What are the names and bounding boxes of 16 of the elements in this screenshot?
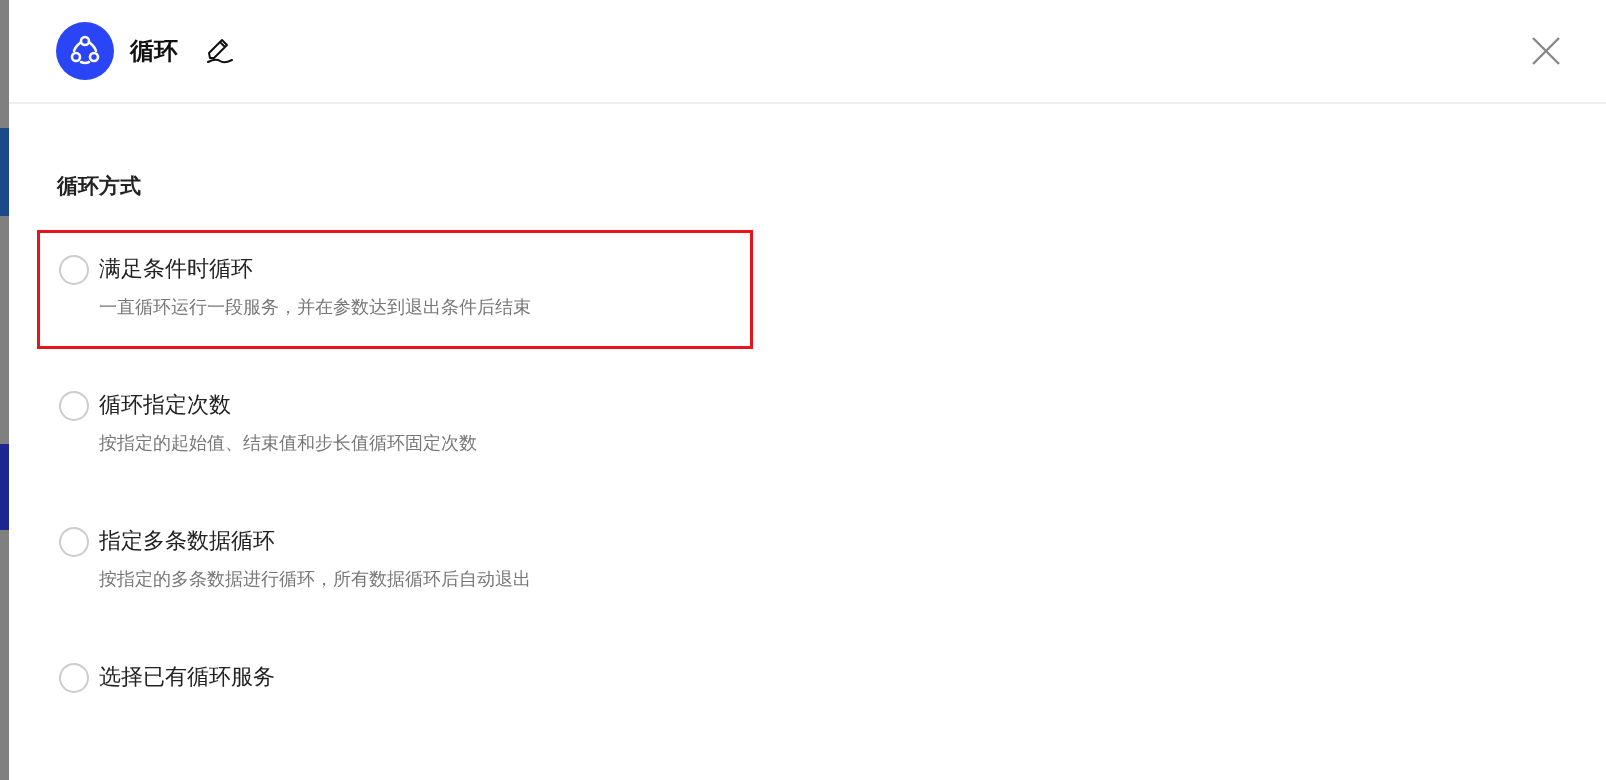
- section-title: 循环方式: [57, 173, 142, 200]
- option-label[interactable]: 选择已有循环服务: [99, 662, 275, 692]
- option-description: 按指定的起始值、结束值和步长值循环固定次数: [99, 431, 477, 455]
- option-label[interactable]: 指定多条数据循环: [99, 526, 531, 556]
- drawer-title: 循环: [130, 36, 178, 67]
- radio-button[interactable]: [59, 255, 89, 285]
- option-label[interactable]: 循环指定次数: [99, 390, 477, 420]
- option-description: 一直循环运行一段服务，并在参数达到退出条件后结束: [99, 295, 531, 319]
- option-label[interactable]: 满足条件时循环: [99, 254, 531, 284]
- option-description: 按指定的多条数据进行循环，所有数据循环后自动退出: [99, 567, 531, 591]
- loop-icon: [56, 22, 114, 80]
- radio-button[interactable]: [59, 527, 89, 557]
- radio-button[interactable]: [59, 663, 89, 693]
- close-icon[interactable]: [1531, 36, 1561, 66]
- radio-button[interactable]: [59, 391, 89, 421]
- pencil-icon[interactable]: [204, 38, 234, 64]
